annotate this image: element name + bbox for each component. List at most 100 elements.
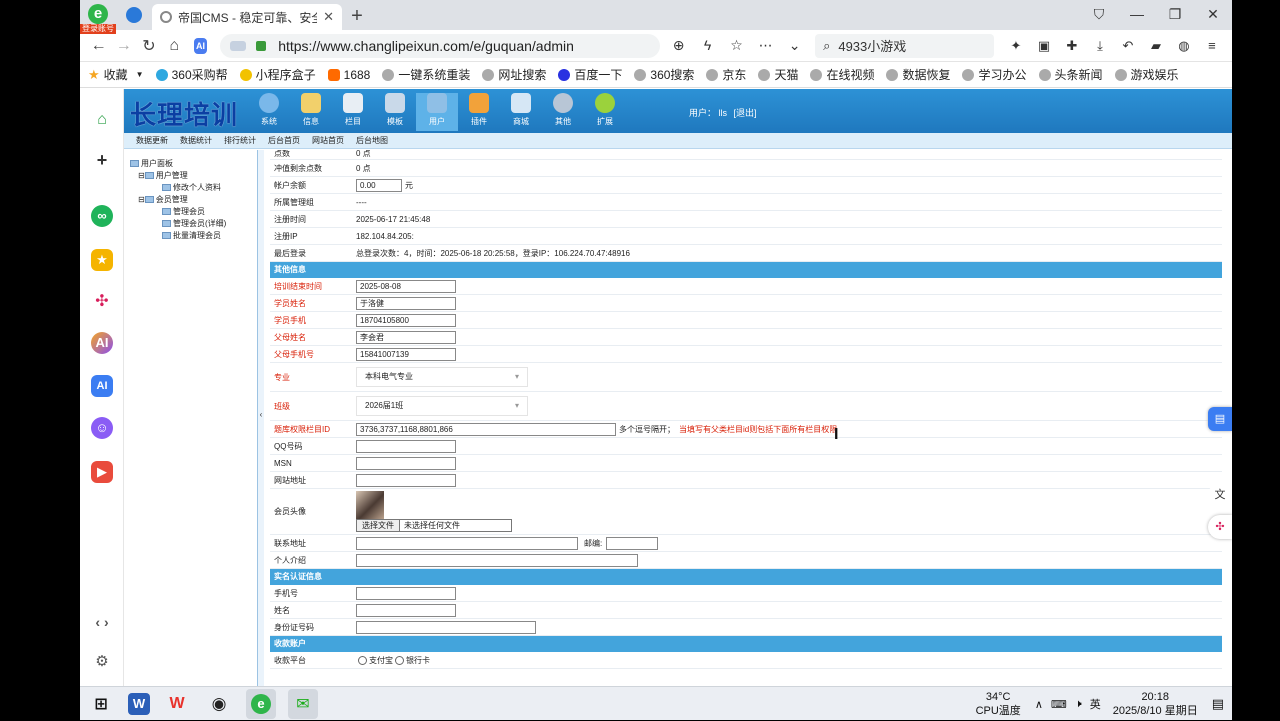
- close-button[interactable]: ✕: [1194, 0, 1232, 30]
- settings-gear-icon[interactable]: ⚙: [91, 651, 113, 673]
- student-phone-input[interactable]: 18704105800: [356, 313, 456, 327]
- address-input[interactable]: [356, 536, 578, 550]
- network-icon[interactable]: ⌨: [1051, 698, 1067, 711]
- bookmark-item[interactable]: 360搜索: [634, 66, 694, 83]
- tree-item-manage-member-detail[interactable]: 管理会员(详细): [130, 218, 257, 230]
- clock[interactable]: 20:18 2025/8/10 星期日: [1113, 690, 1198, 718]
- subnav-link[interactable]: 排行统计: [224, 135, 256, 146]
- training-end-input[interactable]: 2025-08-08: [356, 279, 456, 293]
- add-icon[interactable]: +: [91, 149, 113, 171]
- login-badge[interactable]: 登录账号: [80, 24, 116, 34]
- bookmark-item[interactable]: 学习办公: [962, 66, 1027, 83]
- student-name-input[interactable]: 于洛健: [356, 296, 456, 310]
- zoom-icon[interactable]: ⊕: [664, 37, 693, 54]
- new-tab-button[interactable]: +: [342, 4, 372, 30]
- lightning-icon[interactable]: ϟ: [693, 37, 722, 54]
- home-button[interactable]: ⌂: [162, 37, 187, 55]
- msn-input[interactable]: [356, 456, 456, 470]
- collapse-icon[interactable]: ‹ ›: [91, 611, 113, 633]
- ai-chat-icon[interactable]: AI: [91, 332, 113, 354]
- windows-start-icon[interactable]: ⊞: [86, 689, 116, 719]
- minimize-button[interactable]: —: [1118, 0, 1156, 30]
- chevron-down-icon[interactable]: ⌄: [780, 37, 809, 54]
- tree-root[interactable]: 用户面板: [130, 158, 257, 170]
- class-select[interactable]: 2026届1班 ▾: [356, 396, 528, 416]
- parent-name-input[interactable]: 李会君: [356, 330, 456, 344]
- ai-icon[interactable]: AI: [193, 37, 208, 54]
- volume-icon[interactable]: 🕨: [1075, 698, 1082, 711]
- menu-plugin[interactable]: 插件: [458, 93, 500, 131]
- browser-taskbar-icon[interactable]: e: [246, 688, 276, 719]
- network-icon[interactable]: ✣: [91, 291, 113, 313]
- undo-icon[interactable]: ↶: [1114, 38, 1142, 54]
- subnav-link[interactable]: 网站首页: [312, 135, 344, 146]
- menu-system[interactable]: 系统: [248, 93, 290, 131]
- bookmark-item[interactable]: 京东: [706, 66, 746, 83]
- frame-splitter[interactable]: ‹: [258, 150, 264, 686]
- menu-column[interactable]: 栏目: [332, 93, 374, 131]
- parent-phone-input[interactable]: 15841007139: [356, 347, 456, 361]
- tab-close-icon[interactable]: ✕: [323, 9, 334, 25]
- wps-icon[interactable]: W: [162, 689, 192, 719]
- permission-ids-input[interactable]: 3736,3737,1168,8801,866: [356, 422, 616, 436]
- realname-name-input[interactable]: [356, 603, 456, 617]
- id-number-input[interactable]: [356, 620, 536, 634]
- favorites-star-icon[interactable]: ★: [91, 249, 113, 271]
- ime-indicator[interactable]: 英: [1090, 696, 1101, 712]
- qq-input[interactable]: [356, 439, 456, 453]
- word-icon[interactable]: W: [128, 692, 150, 715]
- menu-extend[interactable]: 扩展: [584, 93, 626, 131]
- search-box[interactable]: ⌕ 4933小游戏: [815, 33, 994, 58]
- translate-float-icon[interactable]: ▤: [1208, 407, 1232, 431]
- bookmark-item[interactable]: 头条新闻: [1038, 66, 1103, 83]
- window-icon[interactable]: ▣: [1030, 38, 1058, 54]
- tree-item-batch-clean[interactable]: 批量清理会员: [130, 230, 257, 242]
- address-bar[interactable]: https://www.changlipeixun.com/e/guquan/a…: [220, 33, 661, 58]
- site-info-icon[interactable]: [230, 40, 247, 51]
- subnav-link[interactable]: 后台地图: [356, 135, 388, 146]
- subnav-link[interactable]: 数据更新: [136, 135, 168, 146]
- more-icon[interactable]: ⋯: [751, 37, 780, 54]
- choose-file-button[interactable]: 选择文件: [357, 520, 400, 531]
- tray-chevron-icon[interactable]: ∧: [1035, 698, 1043, 711]
- miniapp-icon[interactable]: ∞: [91, 205, 113, 227]
- briefcase-icon[interactable]: ▰: [1142, 38, 1170, 54]
- subnav-link[interactable]: 数据统计: [180, 135, 212, 146]
- back-button[interactable]: ←: [86, 37, 111, 55]
- bookmark-item[interactable]: 360采购帮: [155, 66, 228, 83]
- bot-icon[interactable]: ☺: [91, 417, 113, 439]
- zip-input[interactable]: [606, 536, 659, 550]
- bookmark-item[interactable]: 一键系统重装: [382, 66, 470, 83]
- menu-icon[interactable]: ≡: [1198, 38, 1226, 54]
- bookmark-item[interactable]: 在线视频: [810, 66, 874, 83]
- bookmark-item[interactable]: 1688: [327, 68, 370, 82]
- wechat-icon[interactable]: ✉: [288, 688, 318, 719]
- bookmark-item[interactable]: 天猫: [758, 66, 798, 83]
- radio-bank[interactable]: [395, 655, 404, 665]
- website-input[interactable]: [356, 473, 456, 487]
- balance-input[interactable]: 0.00: [356, 178, 402, 192]
- bookmark-item[interactable]: 数据恢复: [886, 66, 950, 83]
- active-tab[interactable]: 帝国CMS - 稳定可靠、安全省心 ✕: [152, 4, 342, 30]
- tree-item-edit-profile[interactable]: 修改个人资料: [130, 182, 257, 194]
- radio-alipay[interactable]: [358, 655, 367, 665]
- bookmark-item[interactable]: 游戏娱乐: [1114, 66, 1179, 83]
- tree-group-user[interactable]: ⊟ 用户管理: [130, 170, 257, 182]
- browser-logo[interactable]: e 登录账号: [80, 0, 116, 34]
- intro-textarea[interactable]: [356, 553, 638, 567]
- reload-button[interactable]: ↻: [136, 36, 161, 56]
- shirt-icon[interactable]: ⛉: [1080, 0, 1118, 30]
- menu-shop[interactable]: 商城: [500, 93, 542, 131]
- obs-icon[interactable]: ◉: [204, 689, 234, 719]
- pinned-tab[interactable]: [116, 0, 152, 30]
- bookmark-item[interactable]: 百度一下: [558, 66, 622, 83]
- notification-icon[interactable]: ▤: [1212, 696, 1224, 712]
- subnav-link[interactable]: 后台首页: [268, 135, 300, 146]
- bookmark-item[interactable]: 小程序盒子: [239, 66, 316, 83]
- color-circle-icon[interactable]: ◍: [1170, 38, 1198, 54]
- tree-group-member[interactable]: ⊟ 会员管理: [130, 194, 257, 206]
- logout-link[interactable]: [退出]: [734, 108, 757, 118]
- weather-widget[interactable]: 34°C CPU温度: [976, 690, 1021, 718]
- language-float-icon[interactable]: 文: [1208, 483, 1232, 507]
- restore-button[interactable]: ❐: [1156, 0, 1194, 30]
